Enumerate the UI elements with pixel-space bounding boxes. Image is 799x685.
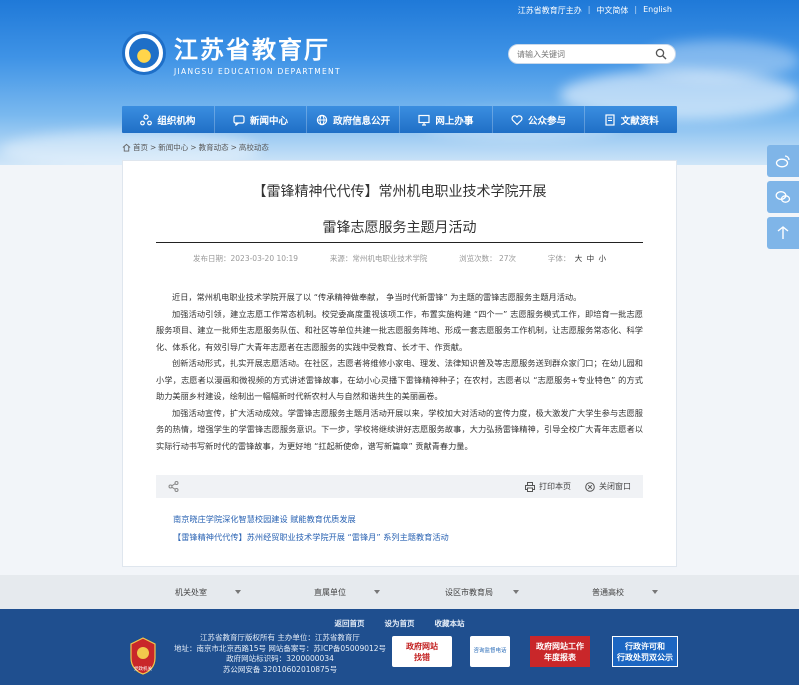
footer-info: 江苏省教育厅版权所有 主办单位：江苏省教育厅 地址：南京市北京西路15号 网站备… (170, 633, 390, 675)
wechat-icon (775, 191, 791, 203)
print-button[interactable]: 打印本页 (525, 481, 571, 492)
emblem-icon (122, 31, 166, 75)
article-title-line1: 【雷锋精神代代传】常州机电职业技术学院开展 (252, 184, 547, 200)
nav-label: 组织机构 (157, 115, 196, 127)
nav-item-online-service[interactable]: 网上办事 (400, 106, 493, 133)
top-link-host[interactable]: 江苏省教育厅主办 (518, 5, 582, 16)
dropdown-city-bureaus[interactable]: 设区市教育局 (400, 575, 539, 609)
nav-label: 网上办事 (435, 115, 474, 127)
weibo-button[interactable] (767, 145, 799, 177)
globe-icon (316, 114, 328, 125)
nav-item-news[interactable]: 新闻中心 (215, 106, 308, 133)
footer-nav: 返回首页 设为首页 收藏本站 (0, 618, 799, 629)
publish-date: 发布日期：2023-03-20 10:19 (193, 254, 299, 263)
view-count: 浏览次数： 27次 (459, 254, 517, 263)
article-card: 【雷锋精神代代传】常州机电职业技术学院开展 雷锋志愿服务主题月活动 发布日期：2… (122, 160, 677, 567)
nav-label: 公众参与 (528, 115, 567, 127)
logo-subtitle: JIANGSU EDUCATION DEPARTMENT (174, 67, 341, 76)
complaint-phone-badge[interactable]: 咨询监督电话 (470, 636, 510, 667)
side-float-bar (767, 145, 799, 249)
breadcrumb: 首页 > 新闻中心 > 教育动态 > 高校动态 (122, 142, 269, 153)
party-badge-icon[interactable]: 党政机关 (128, 636, 158, 676)
article-paragraph: 近日，常州机电职业技术学院开展了以 “传承精神做奉献， 争当时代新雷锋” 为主题… (172, 292, 582, 302)
article-title-line2: 雷锋志愿服务主题月活动 (322, 220, 477, 236)
annual-report-badge[interactable]: 政府网站工作 年度报表 (530, 636, 590, 667)
nav-item-public[interactable]: 公众参与 (493, 106, 586, 133)
dropdown-universities[interactable]: 普通高校 (539, 575, 678, 609)
top-link-chinese[interactable]: 中文简体 (596, 5, 628, 16)
font-small-button[interactable]: 小 (599, 254, 607, 263)
breadcrumb-home[interactable]: 首页 (133, 142, 148, 153)
site-footer: 返回首页 设为首页 收藏本站 党政机关 江苏省教育厅版权所有 主办单位：江苏省教… (0, 609, 799, 685)
org-icon (140, 113, 153, 125)
article-paragraph: 加强活动宣传，扩大活动成效。学雷锋志愿服务主题月活动开展以来，学校加大对活动的宣… (156, 407, 643, 451)
address-text: 地址：南京市北京西路15号 网站备案号：苏ICP备05009012号 (173, 643, 387, 653)
share-icon[interactable] (168, 481, 179, 492)
footer-bookmark-link[interactable]: 收藏本站 (435, 618, 465, 629)
police-record-text[interactable]: 苏公网安备 32010602010875号 (170, 665, 390, 676)
close-icon (585, 481, 595, 492)
weibo-icon (775, 155, 790, 168)
search-icon[interactable] (655, 48, 667, 60)
logo-title: 江苏省教育厅 (174, 35, 330, 64)
nav-label: 政府信息公开 (333, 115, 391, 127)
search-input[interactable] (517, 49, 647, 59)
top-link-english[interactable]: English (643, 5, 672, 16)
header-banner (0, 0, 799, 165)
svg-text:党政机关: 党政机关 (134, 665, 152, 672)
footer-dropdowns: 机关处室 直属单位 设区市教育局 普通高校 (0, 575, 799, 609)
main-nav: 组织机构 新闻中心 政府信息公开 网上办事 公众参与 文献资料 (122, 106, 677, 133)
site-id-text: 政府网站标识码：3200000034 (226, 654, 334, 663)
article-body: 近日，常州机电职业技术学院开展了以 “传承精神做奉献， 争当时代新雷锋” 为主题… (156, 289, 643, 454)
related-link[interactable]: 【雷锋精神代代传】苏州经贸职业技术学院开展 “雷锋月” 系列主题教育活动 (173, 531, 449, 543)
gov-site-error-badge[interactable]: 政府网站 找错 (392, 636, 452, 667)
search-box (508, 44, 676, 64)
article-source: 来源：常州机电职业技术学院 (329, 254, 428, 263)
copyright-text: 江苏省教育厅版权所有 主办单位：江苏省教育厅 (200, 633, 360, 642)
dropdown-departments[interactable]: 机关处室 (122, 575, 261, 609)
top-links: 江苏省教育厅主办 | 中文简体 | English (517, 5, 672, 16)
font-size-control: 字体： 大 中 小 (547, 254, 607, 263)
nav-item-org[interactable]: 组织机构 (122, 106, 215, 133)
chat-icon (233, 114, 245, 126)
wechat-button[interactable] (767, 181, 799, 213)
book-icon (605, 113, 615, 126)
related-link[interactable]: 南京晓庄学院深化智慧校园建设 赋能教育优质发展 (173, 513, 356, 525)
article-toolbar: 打印本页 关闭窗口 (156, 475, 643, 498)
breadcrumb-edu[interactable]: 教育动态 (199, 142, 229, 153)
dropdown-affiliated[interactable]: 直属单位 (261, 575, 400, 609)
breadcrumb-news[interactable]: 新闻中心 (158, 142, 188, 153)
font-medium-button[interactable]: 中 (587, 254, 595, 263)
nav-label: 新闻中心 (250, 115, 289, 127)
close-window-button[interactable]: 关闭窗口 (585, 481, 631, 492)
article-paragraph: 加强活动引领，建立志愿工作常态机制。校党委高度重视该项工作，布置实施构建 “四个… (156, 308, 643, 352)
nav-item-gov-info[interactable]: 政府信息公开 (307, 106, 401, 133)
site-logo[interactable]: 江苏省教育厅 JIANGSU EDUCATION DEPARTMENT (122, 30, 341, 76)
arrow-up-icon (777, 226, 789, 239)
heart-icon (511, 114, 523, 125)
home-icon (122, 143, 131, 152)
article-paragraph: 创新活动形式，扎实开展志愿活动。在社区，志愿者将维修小家电、理发、法律知识普及等… (156, 358, 643, 401)
footer-set-home-link[interactable]: 设为首页 (385, 618, 415, 629)
nav-label: 文献资料 (620, 115, 659, 127)
title-divider (156, 242, 643, 243)
breadcrumb-college[interactable]: 高校动态 (239, 142, 269, 153)
printer-icon (525, 481, 535, 492)
footer-home-link[interactable]: 返回首页 (335, 618, 365, 629)
dual-publicity-badge[interactable]: 行政许可和 行政处罚双公示 (612, 636, 678, 667)
monitor-icon (418, 114, 430, 126)
nav-item-documents[interactable]: 文献资料 (585, 106, 677, 133)
article-meta: 发布日期：2023-03-20 10:19 来源：常州机电职业技术学院 浏览次数… (193, 253, 606, 264)
font-large-button[interactable]: 大 (575, 254, 583, 263)
back-to-top-button[interactable] (767, 217, 799, 249)
